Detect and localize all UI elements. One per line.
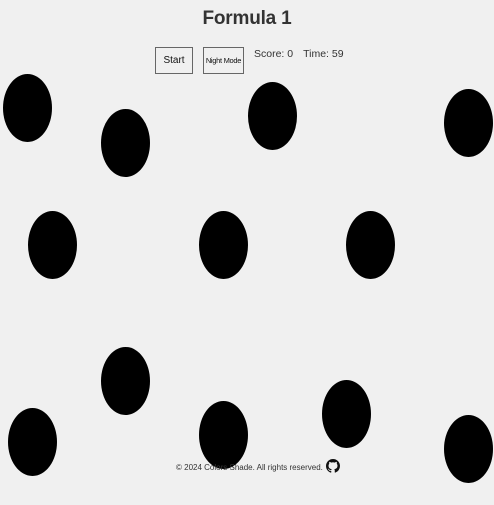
target-dot[interactable] [8,408,57,476]
github-icon[interactable] [325,458,340,474]
target-dot[interactable] [444,415,493,483]
target-dot[interactable] [199,211,248,279]
target-dot[interactable] [101,347,150,415]
target-dot[interactable] [444,89,493,157]
score-time-display: Score: 0 Time: 59 [254,48,344,60]
score-readout: Score: 0 [254,48,294,60]
copyright-text: © 2024 Colors Shade. All rights reserved… [176,463,323,472]
time-readout: Time: 59 [303,48,344,60]
target-dot[interactable] [28,211,77,279]
target-dot[interactable] [101,109,150,177]
start-button[interactable]: Start [155,47,193,74]
footer: © 2024 Colors Shade. All rights reserved… [176,458,340,474]
night-mode-button[interactable]: Night Mode [203,47,244,74]
target-dot[interactable] [322,380,371,448]
target-dot[interactable] [346,211,395,279]
target-dot[interactable] [3,74,52,142]
page-title: Formula 1 [202,8,292,29]
target-dot[interactable] [248,82,297,150]
